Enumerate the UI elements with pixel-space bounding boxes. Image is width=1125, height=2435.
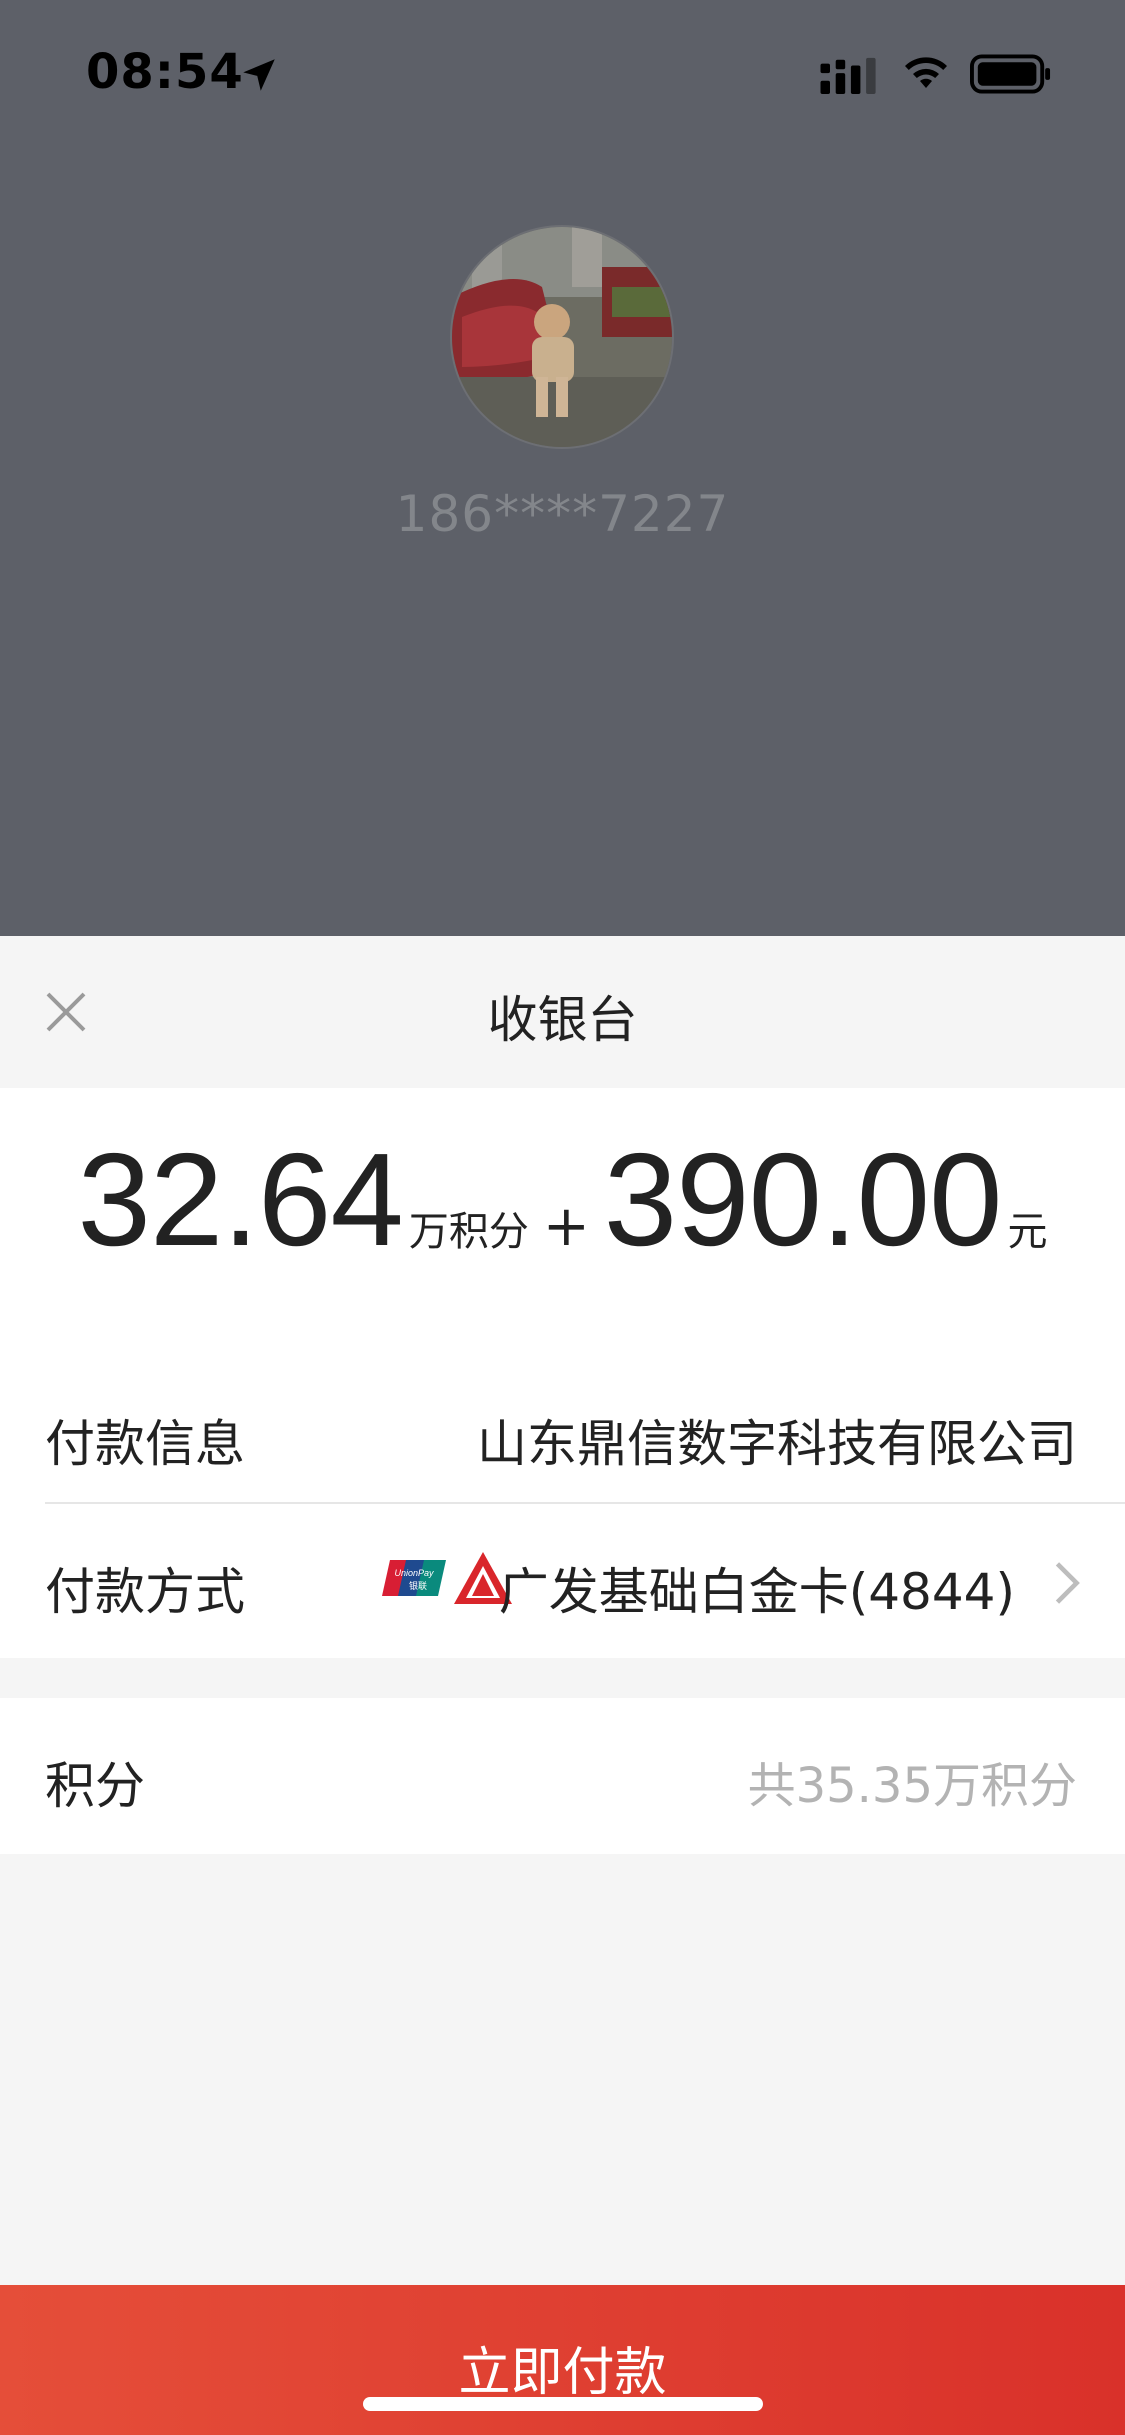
battery-icon [970,54,1051,94]
chevron-right-icon [1055,1562,1080,1604]
cellular-signal-icon [820,57,876,94]
payment-method-label: 付款方式 [45,1563,245,1621]
status-time: 08:54 [86,44,244,100]
payment-method-row[interactable]: 付款方式 UnionPay 银联 广发基础白金卡(4844) [0,1504,1125,1660]
svg-text:银联: 银联 [409,1580,427,1592]
avatar-photo [452,227,672,447]
points-balance: 共35.35万积分 [747,1758,1077,1814]
pay-now-label: 立即付款 [458,2343,667,2403]
location-arrow-icon [243,59,275,91]
payment-info-row: 付款信息 山东鼎信数字科技有限公司 [0,1356,1125,1512]
cash-unit: 元 [1007,1209,1048,1255]
cash-amount: 390.00 [603,1126,1003,1273]
points-label: 积分 [45,1757,145,1815]
pay-now-button[interactable]: 立即付款 [0,2285,1125,2435]
merchant-name: 山东鼎信数字科技有限公司 [477,1415,1077,1473]
avatar [450,225,674,449]
points-row[interactable]: 积分 共35.35万积分 [0,1698,1125,1854]
payment-amount: 32.64 万积分 +390.00 元 [0,1124,1125,1275]
plus-sign: + [542,1194,590,1259]
payment-info-label: 付款信息 [45,1415,245,1473]
status-bar: 08:54 [0,0,1125,150]
home-indicator [363,2397,763,2411]
wifi-icon [905,57,947,88]
sheet-title: 收银台 [487,991,638,1049]
svg-text:UnionPay: UnionPay [394,1568,434,1578]
payee-phone: 186****7227 [395,485,730,543]
points-amount: 32.64 [77,1126,404,1273]
unionpay-icon: UnionPay 银联 [382,1560,446,1596]
payment-card: 广发基础白金卡(4844) [498,1563,1015,1621]
points-unit: 万积分 [408,1209,529,1255]
sheet-header: 收银台 [0,936,1125,1088]
